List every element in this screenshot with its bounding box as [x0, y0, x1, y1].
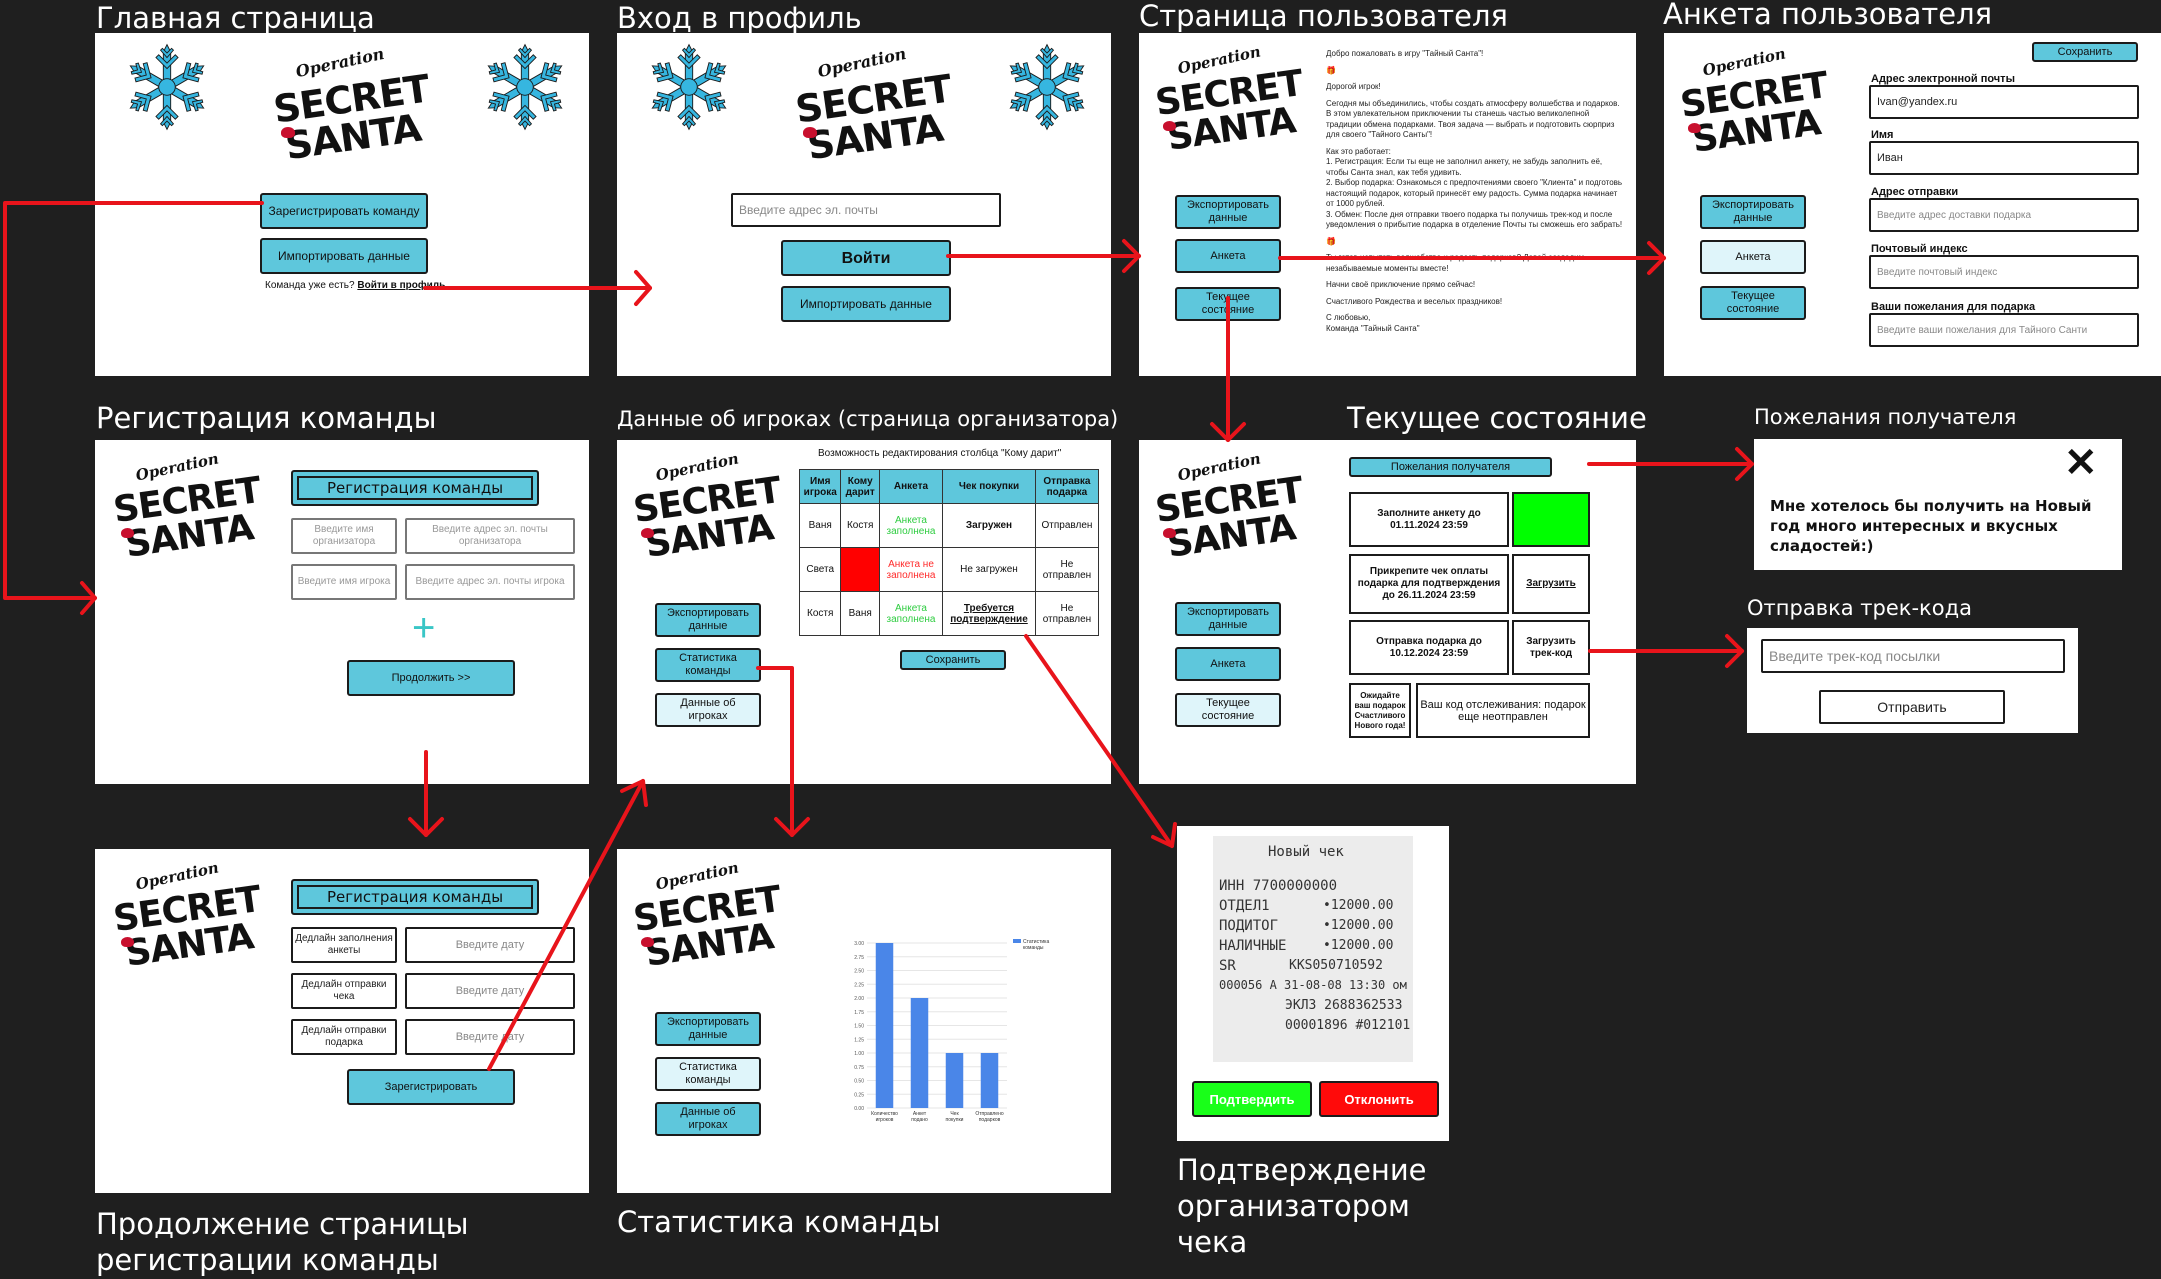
- arrow-stats-link: [756, 666, 794, 837]
- arrow-register-to-org: [487, 779, 645, 1071]
- arrow-register-to-team-reg: [3, 201, 264, 600]
- arrow-receipt-confirm: [1024, 634, 1174, 848]
- flow-arrows: [3, 201, 1754, 1071]
